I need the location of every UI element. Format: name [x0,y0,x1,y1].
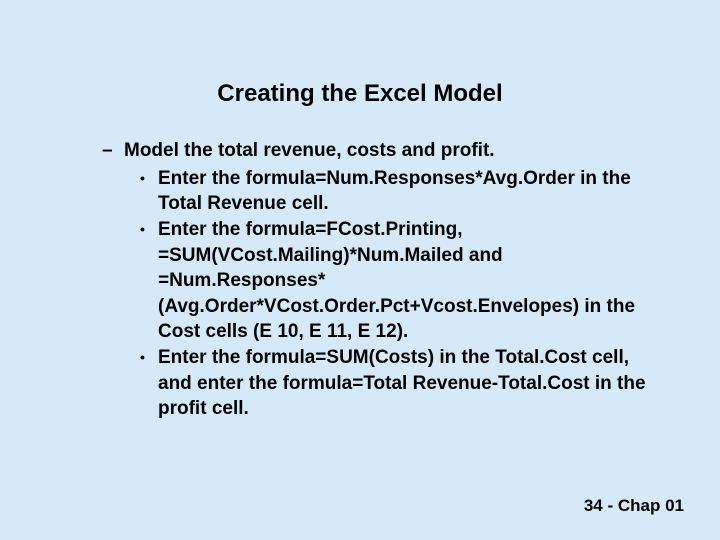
bullet-list: • Enter the formula=Num.Responses*Avg.Or… [100,166,660,422]
bullet-item: • Enter the formula=FCost.Printing, =SUM… [140,217,660,345]
bullet-marker: • [140,217,158,242]
dash-text: Model the total revenue, costs and profi… [124,138,660,164]
bullet-item: • Enter the formula=SUM(Costs) in the To… [140,345,660,422]
bullet-marker: • [140,345,158,370]
bullet-text: Enter the formula=Num.Responses*Avg.Orde… [158,166,660,217]
bullet-item: • Enter the formula=Num.Responses*Avg.Or… [140,166,660,217]
dash-list-item: – Model the total revenue, costs and pro… [100,138,660,164]
bullet-marker: • [140,166,158,191]
slide-title: Creating the Excel Model [0,0,720,138]
slide-footer: 34 - Chap 01 [584,496,684,516]
bullet-text: Enter the formula=SUM(Costs) in the Tota… [158,345,660,422]
bullet-text: Enter the formula=FCost.Printing, =SUM(V… [158,217,660,345]
slide: Creating the Excel Model – Model the tot… [0,0,720,540]
slide-content: – Model the total revenue, costs and pro… [0,138,720,422]
dash-marker: – [100,138,124,164]
